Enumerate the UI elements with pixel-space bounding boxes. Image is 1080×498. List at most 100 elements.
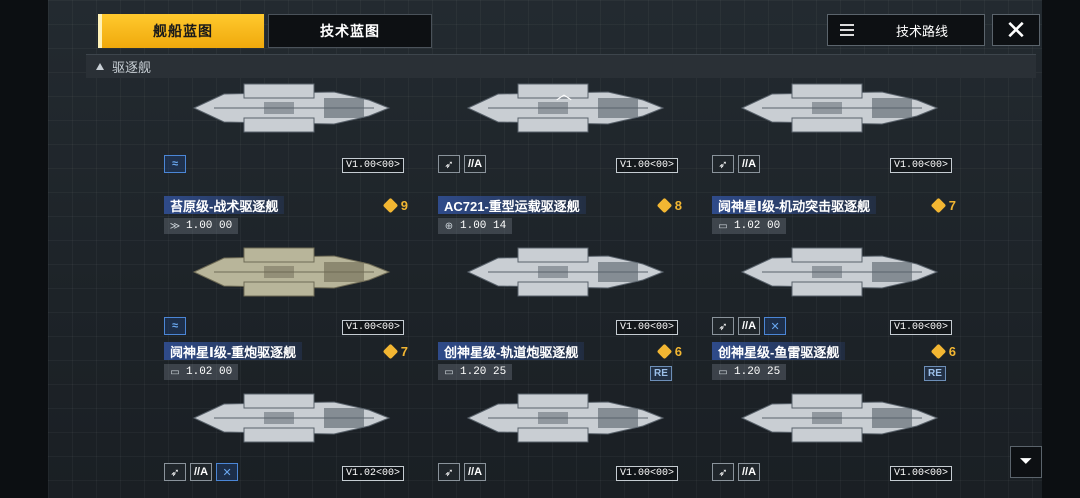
class-a-tag: //A [738, 317, 761, 335]
ship-card[interactable]: AC721-重型运载驱逐舰 8 ⊕ 1.00 14 V1.00<00> [438, 196, 682, 336]
ship-image [466, 247, 665, 297]
stat-box: ▭ 1.02 00 [164, 364, 239, 380]
cost-badge: 6 [656, 342, 682, 360]
ship-image [740, 83, 939, 133]
cost-icon [930, 197, 947, 213]
stat-box: ≫ 1.00 00 [164, 218, 239, 234]
cross-tag-icon: ✕ [764, 317, 787, 335]
ship-card[interactable]: 创神星级-鱼雷驱逐舰 6 ▭ 1.20 25 RE ➶//A V1.00<00> [712, 342, 956, 482]
tag-row: ➶//A ✕ [164, 462, 239, 482]
class-a-tag: //A [190, 463, 213, 481]
left-rail [0, 0, 48, 498]
stat-value: 1.00 14 [460, 220, 507, 232]
wave-tag-icon: ≈ [164, 317, 186, 335]
close-button[interactable]: ✕ [992, 14, 1040, 46]
cost-badge: 6 [930, 342, 956, 360]
strike-tag-icon: ➶ [438, 155, 460, 173]
ship-card[interactable]: 阋神星Ⅰ级-重炮驱逐舰 7 ▭ 1.02 00 ➶//A ✕ V1.02<00> [164, 342, 408, 482]
stat-box: ▭ 1.20 25 [712, 364, 787, 380]
version-label: V1.00<00> [889, 320, 952, 335]
ship-card[interactable]: 创神星级-轨道炮驱逐舰 6 ▭ 1.20 25 RE ➶//A V1.00<00> [438, 342, 682, 482]
cost-icon [382, 197, 399, 213]
armor-icon: ▭ [444, 366, 454, 378]
class-a-tag: //A [464, 463, 487, 481]
collapse-triangle-icon [96, 63, 104, 70]
re-badge: RE [650, 366, 672, 381]
version-label: V1.00<00> [341, 158, 404, 173]
game-screen: 舰船蓝图 技术蓝图 技术路线 ✕ 驱逐舰 ︿ ≈ V1.00<00> ➶//A … [0, 0, 1080, 498]
cost-value: 8 [674, 197, 682, 213]
ship-name: 创神星级-鱼雷驱逐舰 [712, 342, 846, 360]
strike-tag-icon: ➶ [712, 463, 734, 481]
ship-grid: ≈ V1.00<00> ➶//A V1.00<00> ➶//A V1.00<00… [86, 78, 1036, 498]
stat-value: 1.02 00 [186, 366, 233, 378]
ship-card-partial[interactable]: ➶//A V1.00<00> [712, 78, 956, 174]
strike-tag-icon: ➶ [712, 155, 734, 173]
category-label: 驱逐舰 [112, 60, 152, 75]
version-label: V1.00<00> [615, 158, 678, 173]
ship-name: AC721-重型运载驱逐舰 [438, 196, 586, 214]
version-label: V1.00<00> [889, 158, 952, 173]
tag-row: ≈ [164, 154, 186, 174]
list-icon [840, 24, 854, 36]
scroll-up-icon[interactable]: ︿ [556, 80, 572, 104]
stat-value: 1.20 25 [460, 366, 507, 378]
armor-icon: ▭ [170, 366, 180, 378]
category-bar[interactable]: 驱逐舰 [86, 54, 1036, 78]
version-label: V1.00<00> [341, 320, 404, 335]
ship-name: 阋神星Ⅰ级-机动突击驱逐舰 [712, 196, 877, 214]
cost-badge: 9 [382, 196, 408, 214]
ship-image [740, 247, 939, 297]
tech-route-label: 技术路线 [895, 23, 948, 39]
ship-name: 创神星级-轨道炮驱逐舰 [438, 342, 585, 360]
cost-value: 7 [948, 197, 956, 213]
cost-badge: 7 [382, 342, 408, 360]
cost-value: 7 [400, 343, 408, 359]
tab-ship-blueprint[interactable]: 舰船蓝图 [98, 14, 264, 48]
stat-box: ▭ 1.20 25 [438, 364, 513, 380]
tag-row: ➶//A [712, 154, 761, 174]
ship-image [192, 83, 391, 133]
ship-image-wrap [732, 78, 942, 142]
ship-name: 阋神星Ⅰ级-重炮驱逐舰 [164, 342, 303, 360]
filter-icon: ⏷ [1019, 453, 1033, 470]
tab-tech-blueprint[interactable]: 技术蓝图 [268, 14, 432, 48]
ship-image [466, 393, 665, 443]
cost-value: 6 [948, 343, 956, 359]
class-a-tag: //A [738, 155, 761, 173]
ship-image [192, 393, 391, 443]
ship-image-wrap [458, 384, 668, 452]
filter-button[interactable]: ⏷ [1010, 446, 1042, 478]
stat-box: ⊕ 1.00 14 [438, 218, 513, 234]
cost-badge: 7 [930, 196, 956, 214]
version-label: V1.02<00> [341, 466, 404, 481]
version-label: V1.00<00> [889, 466, 952, 481]
ship-image-wrap [732, 238, 942, 306]
tag-row: ➶//A [438, 154, 487, 174]
ship-image-wrap [184, 238, 394, 306]
cost-icon [656, 197, 673, 213]
re-badge: RE [924, 366, 946, 381]
cost-value: 6 [674, 343, 682, 359]
ship-card-partial[interactable]: ≈ V1.00<00> [164, 78, 408, 174]
cost-value: 9 [400, 197, 408, 213]
strike-tag-icon: ➶ [164, 463, 186, 481]
right-rail [1042, 0, 1080, 498]
close-icon: ✕ [1005, 15, 1027, 45]
tech-route-button[interactable]: 技术路线 [827, 14, 985, 46]
speed-icon: ≫ [169, 220, 181, 232]
cost-badge: 8 [656, 196, 682, 214]
strike-tag-icon: ➶ [712, 317, 734, 335]
ship-card[interactable]: 苔原级-战术驱逐舰 9 ≫ 1.00 00 ≈ V1.00<00> [164, 196, 408, 336]
version-label: V1.00<00> [615, 320, 678, 335]
tag-row: ➶//A [712, 462, 761, 482]
class-a-tag: //A [738, 463, 761, 481]
cross-tag-icon: ✕ [216, 463, 239, 481]
ship-card[interactable]: 阋神星Ⅰ级-机动突击驱逐舰 7 ▭ 1.02 00 ➶//A ✕ V1.00<00> [712, 196, 956, 336]
tag-row: ➶//A [438, 462, 487, 482]
ship-image [740, 393, 939, 443]
ship-image-wrap [184, 384, 394, 452]
ship-image [192, 247, 391, 297]
cost-icon [930, 343, 947, 359]
wave-tag-icon: ≈ [164, 155, 186, 173]
